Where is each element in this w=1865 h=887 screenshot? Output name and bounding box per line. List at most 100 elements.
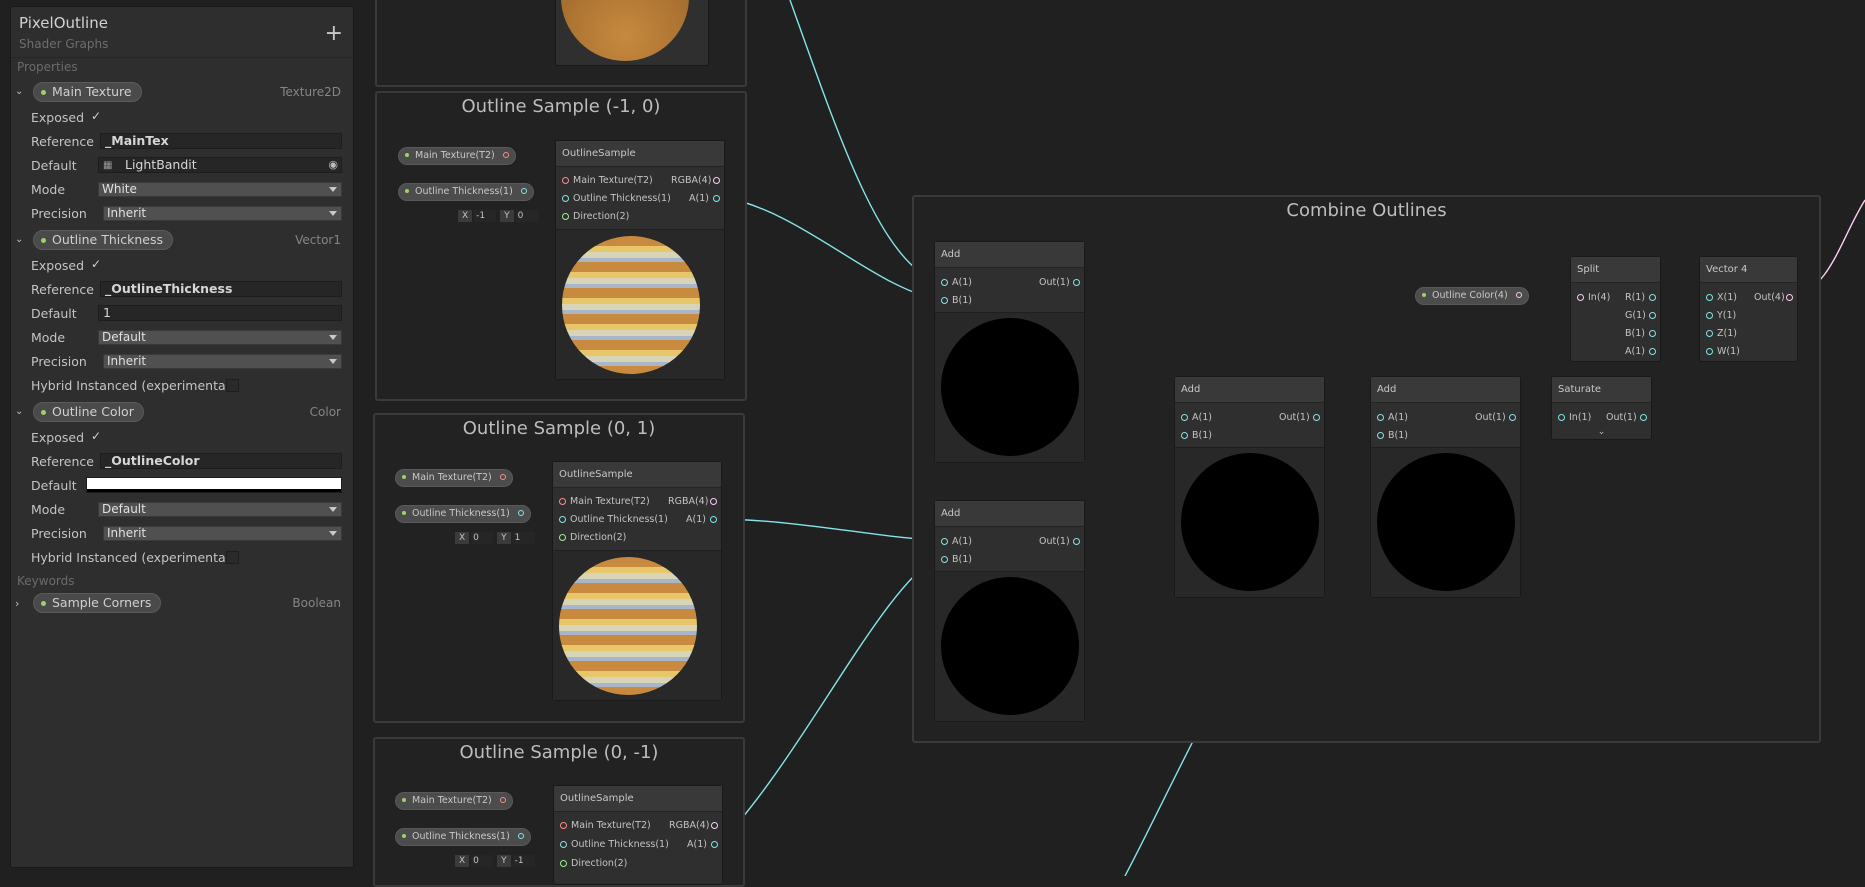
output-port[interactable] <box>1313 414 1320 421</box>
input-port[interactable] <box>1706 312 1713 319</box>
input-port[interactable] <box>559 516 566 523</box>
main-texture-pill[interactable]: Main Texture(T2) <box>395 792 513 810</box>
input-port[interactable] <box>562 195 569 202</box>
output-port[interactable] <box>711 822 718 829</box>
node-saturate[interactable]: Saturate In(1) Out(1) ⌄ <box>1551 376 1652 440</box>
input-port[interactable] <box>941 538 948 545</box>
chevron-down-icon[interactable]: ⌄ <box>15 86 23 97</box>
output-port[interactable] <box>710 516 717 523</box>
node-split[interactable]: Split In(4) R(1) G(1) B(1) A(1) <box>1570 256 1661 362</box>
output-port[interactable] <box>499 474 506 480</box>
input-port[interactable] <box>1377 432 1384 439</box>
input-port[interactable] <box>559 498 566 505</box>
output-port[interactable] <box>1786 294 1793 301</box>
output-port[interactable] <box>1515 292 1522 298</box>
default-value-field[interactable]: 1 <box>98 305 342 321</box>
direction-vector-field[interactable]: X 0 Y -1 <box>455 855 539 867</box>
main-texture-pill[interactable]: Main Texture(T2) <box>395 469 513 487</box>
mode-dropdown[interactable]: Default <box>98 330 342 345</box>
input-port[interactable] <box>562 213 569 220</box>
keyword-pill-sample-corners[interactable]: Sample Corners <box>33 593 162 613</box>
chevron-down-icon[interactable]: ⌄ <box>1552 427 1651 437</box>
node-add-3[interactable]: Add A(1) B(1) Out(1) <box>1174 376 1325 598</box>
output-port[interactable] <box>517 833 524 839</box>
precision-dropdown[interactable]: Inherit <box>103 206 342 221</box>
node-vector4[interactable]: Vector 4 X(1) Y(1) Z(1) W(1) Out(4) <box>1699 256 1798 362</box>
input-port[interactable] <box>560 841 567 848</box>
output-port[interactable] <box>499 797 506 803</box>
precision-dropdown[interactable]: Inherit <box>103 526 342 541</box>
mode-dropdown[interactable]: Default <box>98 502 342 517</box>
output-port[interactable] <box>502 152 509 158</box>
precision-dropdown[interactable]: Inherit <box>103 354 342 369</box>
hybrid-instanced-checkbox[interactable] <box>226 551 239 564</box>
input-port[interactable] <box>941 556 948 563</box>
input-port[interactable] <box>1377 414 1384 421</box>
reference-field[interactable]: _OutlineColor <box>100 453 342 469</box>
node-outline-sample-3[interactable]: OutlineSample Main Texture(T2) Outline T… <box>553 785 723 885</box>
input-port[interactable] <box>1181 432 1188 439</box>
x-value[interactable]: -1 <box>474 210 497 222</box>
hybrid-instanced-checkbox[interactable] <box>226 379 239 392</box>
exposed-checkbox[interactable]: ✓ <box>91 429 101 443</box>
output-port[interactable] <box>520 188 527 194</box>
chevron-down-icon[interactable]: ⌄ <box>15 406 23 417</box>
input-port[interactable] <box>560 860 567 867</box>
output-port[interactable] <box>1640 414 1647 421</box>
node-add-1[interactable]: Add A(1) B(1) Out(1) <box>934 241 1085 463</box>
y-value[interactable]: -1 <box>512 855 535 867</box>
outline-thickness-pill[interactable]: Outline Thickness(1) <box>395 505 531 523</box>
main-texture-pill[interactable]: Main Texture(T2) <box>398 147 516 165</box>
chevron-right-icon[interactable]: › <box>15 597 19 610</box>
y-value[interactable]: 0 <box>515 210 538 222</box>
output-port[interactable] <box>1073 538 1080 545</box>
y-value[interactable]: 1 <box>512 532 535 544</box>
input-port[interactable] <box>562 177 569 184</box>
output-port[interactable] <box>1649 330 1656 337</box>
node-add-2[interactable]: Add A(1) B(1) Out(1) <box>934 500 1085 722</box>
node-outline-sample-2[interactable]: OutlineSample Main Texture(T2) Outline T… <box>552 461 722 701</box>
direction-vector-field[interactable]: X0Y1 <box>455 532 539 544</box>
reference-field[interactable]: _OutlineThickness <box>100 281 342 297</box>
output-port[interactable] <box>711 841 718 848</box>
add-property-button[interactable]: + <box>325 23 343 45</box>
property-pill-outline-color[interactable]: Outline Color <box>33 402 144 422</box>
direction-vector-field[interactable]: X -1 Y 0 <box>458 210 542 222</box>
output-port[interactable] <box>1073 279 1080 286</box>
node-add-4[interactable]: Add A(1) B(1) Out(1) <box>1370 376 1521 598</box>
output-port[interactable] <box>517 510 524 516</box>
reference-field[interactable]: _MainTex <box>100 133 342 149</box>
input-port[interactable] <box>1706 348 1713 355</box>
property-pill-main-texture[interactable]: Main Texture <box>33 82 142 102</box>
x-value[interactable]: 0 <box>471 532 494 544</box>
input-port[interactable] <box>1181 414 1188 421</box>
exposed-checkbox[interactable]: ✓ <box>91 257 101 271</box>
node-partial[interactable] <box>555 0 709 66</box>
output-port[interactable] <box>710 498 717 505</box>
output-port[interactable] <box>1649 348 1656 355</box>
texture-object-field[interactable]: ▦ LightBandit ◉ <box>98 157 342 173</box>
default-color-field[interactable] <box>86 477 342 493</box>
object-picker-icon[interactable]: ◉ <box>328 158 338 172</box>
input-port[interactable] <box>560 822 567 829</box>
exposed-checkbox[interactable]: ✓ <box>91 109 101 123</box>
input-port[interactable] <box>1706 330 1713 337</box>
output-port[interactable] <box>1649 294 1656 301</box>
input-port[interactable] <box>1706 294 1713 301</box>
outline-thickness-pill[interactable]: Outline Thickness(1) <box>398 183 534 201</box>
input-port[interactable] <box>559 534 566 541</box>
output-port[interactable] <box>1509 414 1516 421</box>
property-pill-outline-thickness[interactable]: Outline Thickness <box>33 230 173 250</box>
group-top-partial[interactable] <box>375 0 747 87</box>
input-port[interactable] <box>941 297 948 304</box>
x-value[interactable]: 0 <box>471 855 494 867</box>
outline-color-pill[interactable]: Outline Color(4) <box>1415 287 1529 305</box>
output-port[interactable] <box>713 177 720 184</box>
mode-dropdown[interactable]: White <box>98 182 342 197</box>
node-outline-sample-1[interactable]: OutlineSample Main Texture(T2) Outline T… <box>555 140 725 380</box>
outline-thickness-pill[interactable]: Outline Thickness(1) <box>395 828 531 846</box>
chevron-down-icon[interactable]: ⌄ <box>15 234 23 245</box>
input-port[interactable] <box>1577 294 1584 301</box>
output-port[interactable] <box>1649 312 1656 319</box>
input-port[interactable] <box>1558 414 1565 421</box>
